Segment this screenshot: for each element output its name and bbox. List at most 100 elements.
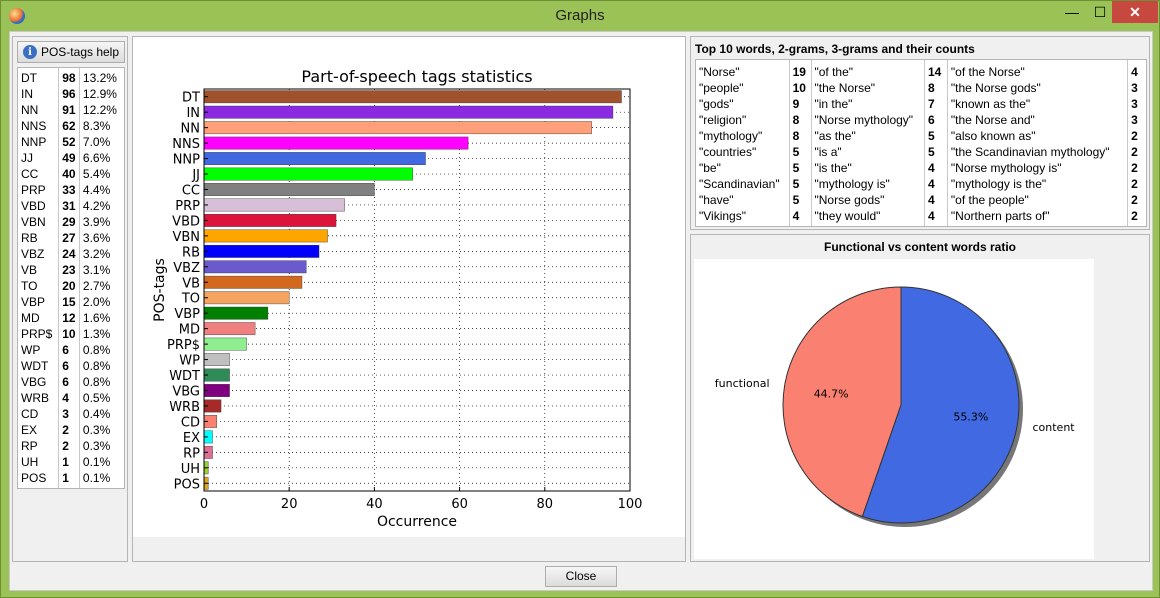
y-tick-label: MD — [179, 323, 200, 338]
tag-cell: VBN — [21, 215, 46, 229]
tag-cell: VBG — [21, 375, 47, 389]
tag-cell: VB — [21, 263, 38, 277]
count-cell: 1 — [62, 455, 69, 469]
y-tick-label: RP — [183, 446, 200, 461]
bigram-cell: "mythology is" — [814, 177, 890, 191]
y-tick-label: DT — [182, 91, 200, 106]
bar — [203, 306, 269, 320]
bigram-count-cell: 14 — [927, 65, 942, 79]
word-cell: "have" — [699, 193, 734, 207]
count-cell: 62 — [62, 119, 76, 133]
x-tick-label: 40 — [366, 497, 383, 512]
close-window-button[interactable]: ✕ — [1112, 1, 1158, 23]
bar — [203, 214, 337, 227]
x-tick-label: 60 — [451, 497, 468, 512]
x-tick-label: 0 — [200, 497, 208, 512]
trigram-count-cell: 2 — [1131, 209, 1138, 223]
trigrams-count-column: 4 3 3 3 2 2 2 2 2 2 — [1128, 60, 1146, 226]
tag-cell: JJ — [21, 151, 33, 165]
ngram-panel: Top 10 words, 2-grams, 3-grams and their… — [690, 36, 1150, 230]
bar — [203, 244, 320, 258]
client-area: i POS-tags help DT IN NN NNS NNP JJ CC PRP VBD VB… — [9, 31, 1153, 591]
y-tick-label: IN — [186, 106, 200, 121]
count-cell: 27 — [62, 231, 76, 245]
percent-cell: 0.1% — [82, 471, 111, 485]
tag-cell: PRP$ — [21, 327, 53, 341]
title-bar[interactable]: Graphs — ☐ ✕ — [1, 1, 1159, 31]
bar — [203, 90, 622, 104]
y-tick-label: PRP$ — [167, 338, 200, 353]
bigram-count-cell: 4 — [927, 193, 935, 207]
percent-cell: 0.8% — [82, 359, 111, 373]
y-tick-label: NNS — [172, 137, 200, 152]
word-count-cell: 8 — [792, 113, 800, 127]
word-count-cell: 10 — [792, 81, 806, 95]
percent-cell: 0.4% — [82, 407, 111, 421]
count-cell: 6 — [62, 375, 69, 389]
word-count-cell: 5 — [792, 145, 800, 159]
percent-cell: 0.8% — [82, 343, 111, 357]
words-count-column: 19 10 9 8 8 5 5 5 5 4 — [790, 60, 812, 226]
y-tick-label: JJ — [191, 168, 200, 183]
count-cell: 4 — [62, 391, 69, 405]
percent-cell: 2.0% — [82, 295, 111, 309]
bigram-count-cell: 7 — [927, 97, 935, 111]
maximize-button[interactable]: ☐ — [1085, 1, 1115, 23]
count-cell: 1 — [62, 471, 69, 485]
trigram-cell: "the Norse gods" — [950, 81, 1041, 95]
trigram-count-cell: 4 — [1131, 65, 1138, 79]
trigram-count-cell: 2 — [1131, 193, 1138, 207]
tag-cell: RB — [21, 231, 38, 245]
count-cell: 15 — [62, 295, 76, 309]
tag-cell: WRB — [21, 391, 49, 405]
tag-cell: CD — [21, 407, 39, 421]
word-cell: "people" — [699, 81, 744, 95]
word-cell: "religion" — [699, 113, 747, 127]
bigram-cell: "Norse mythology" — [814, 113, 914, 127]
pos-tags-panel: i POS-tags help DT IN NN NNS NNP JJ CC PRP VBD VB… — [12, 36, 128, 562]
bar — [203, 260, 307, 274]
minimize-button[interactable]: — — [1057, 1, 1087, 23]
info-icon: i — [22, 45, 37, 59]
tag-cell: MD — [21, 311, 40, 325]
x-axis-label: Occurrence — [377, 514, 457, 530]
bar — [203, 198, 345, 212]
percent-cell: 3.6% — [82, 231, 111, 245]
count-cell: 49 — [62, 151, 76, 165]
bigram-cell: "as the" — [814, 129, 856, 143]
count-cell: 91 — [62, 103, 76, 117]
bar — [203, 291, 290, 305]
trigram-count-cell: 3 — [1131, 113, 1138, 127]
pos-tags-help-button[interactable]: i POS-tags help — [17, 41, 125, 63]
trigram-cell: "Northern parts of" — [950, 209, 1050, 223]
bigram-count-cell: 6 — [927, 113, 935, 127]
word-count-cell: 8 — [792, 129, 800, 143]
word-cell: "be" — [699, 161, 721, 175]
tag-cell: UH — [21, 455, 39, 469]
y-tick-label: TO — [181, 292, 200, 307]
bigram-cell: "is the" — [814, 161, 852, 175]
percent-cell: 12.2% — [82, 103, 117, 117]
trigram-cell: "of the people" — [950, 193, 1029, 207]
y-tick-label: VBZ — [173, 261, 200, 276]
tag-cell: VBZ — [21, 247, 45, 261]
bar-chart-panel: Part-of-speech tags statistics 0 20 40 60 80 1… — [132, 36, 686, 562]
tag-cell: RP — [21, 439, 38, 453]
percent-cell: 4.4% — [82, 183, 111, 197]
pie-slice-label: content — [1032, 421, 1075, 434]
y-tick-label: VBP — [174, 307, 200, 322]
percent-cell: 0.3% — [82, 423, 111, 437]
count-cell: 20 — [62, 279, 76, 293]
count-cell: 12 — [62, 311, 76, 325]
percent-cell: 3.2% — [82, 247, 111, 261]
tag-cell: TO — [21, 279, 38, 293]
count-cell: 33 — [62, 183, 76, 197]
count-cell: 24 — [62, 247, 76, 261]
y-tick-label: CC — [182, 184, 200, 199]
close-button[interactable]: Close — [545, 566, 617, 587]
trigram-cell: "Norse mythology is" — [950, 161, 1062, 175]
trigram-cell: "of the Norse" — [950, 65, 1025, 79]
pie-slice-label: functional — [715, 377, 770, 390]
bar — [203, 183, 375, 196]
bar — [203, 337, 247, 351]
